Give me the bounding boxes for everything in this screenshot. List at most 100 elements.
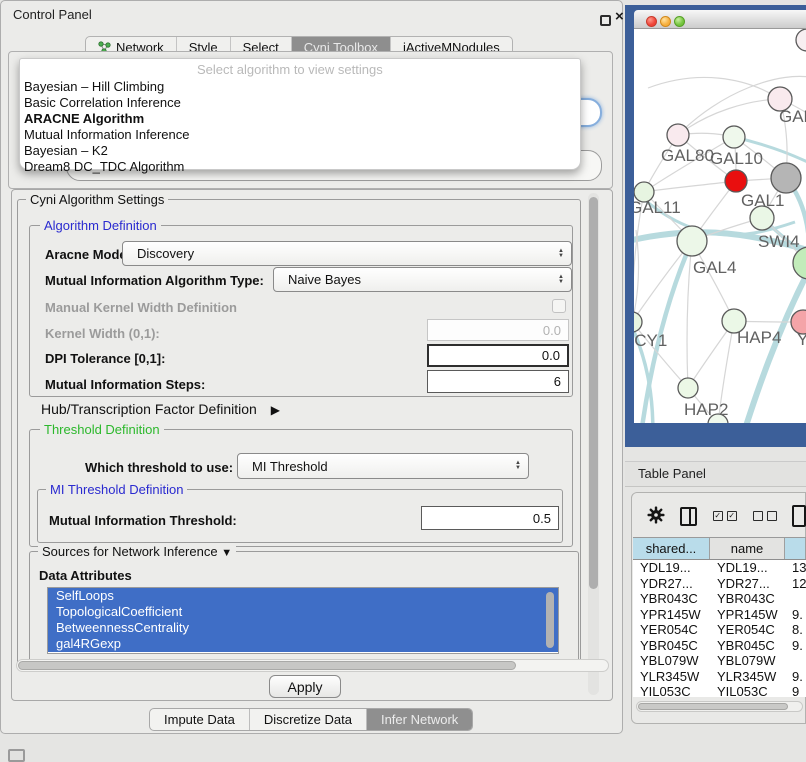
settings-vertical-scrollbar-thumb[interactable] — [589, 197, 598, 589]
collapsed-arrow-icon[interactable]: ▶ — [271, 403, 280, 417]
control-panel-window: Control Panel × Network Style Select — [0, 0, 623, 734]
mi-threshold-definition-legend: MI Threshold Definition — [46, 482, 187, 497]
table-cell: 8. — [785, 622, 806, 638]
tab-infer-network[interactable]: Infer Network — [367, 709, 472, 730]
network-node[interactable] — [793, 247, 806, 279]
table-cell: YBR045C — [710, 638, 785, 654]
table-row[interactable]: YBL079WYBL079W — [633, 653, 806, 669]
table-cell — [785, 591, 806, 607]
table-cell: YDR27... — [633, 576, 710, 592]
table-horizontal-scrollbar-thumb[interactable] — [638, 703, 788, 710]
table-cell: YBL079W — [710, 653, 785, 669]
deselect-all-checkboxes-icon[interactable] — [753, 511, 777, 521]
table-row[interactable]: YIL053CYIL053C9 — [633, 684, 806, 697]
tab-impute-data-label: Impute Data — [164, 712, 235, 727]
data-attribute-item[interactable]: BetweennessCentrality — [48, 620, 558, 636]
table-cell: 12 — [785, 576, 806, 592]
node-table: shared...name YDL19...YDL19...13YDR27...… — [633, 537, 806, 697]
mi-steps-label: Mutual Information Steps: — [45, 377, 205, 392]
kernel-width-field[interactable]: 0.0 — [427, 319, 569, 341]
node-label: GAL4 — [693, 258, 736, 277]
algorithm-option[interactable]: Mutual Information Inference — [22, 127, 578, 143]
network-node-gal1[interactable] — [725, 170, 747, 192]
node-label: GAL — [779, 107, 806, 126]
data-attribute-item[interactable]: gal4RGexp — [48, 636, 558, 652]
combo-spinner-icon: ▲▼ — [558, 249, 564, 259]
table-cell: YLR345W — [710, 669, 785, 685]
algorithm-option[interactable]: Dream8 DC_TDC Algorithm — [22, 159, 578, 175]
table-cell: YER054C — [633, 622, 710, 638]
table-cell: YER054C — [710, 622, 785, 638]
network-node[interactable] — [796, 29, 806, 51]
control-panel-title: Control Panel — [13, 7, 92, 22]
algorithm-option[interactable]: ARACNE Algorithm — [22, 111, 578, 127]
gear-icon[interactable] — [647, 506, 665, 527]
table-row[interactable]: YDR27...YDR27...12 — [633, 576, 806, 592]
table-row[interactable]: YDL19...YDL19...13 — [633, 560, 806, 576]
close-window-icon[interactable]: × — [615, 8, 624, 25]
minimize-traffic-light-icon[interactable] — [660, 16, 671, 27]
node-label: GAL11 — [634, 198, 681, 217]
algorithm-option[interactable]: Bayesian – K2 — [22, 143, 578, 159]
network-node[interactable] — [771, 163, 801, 193]
algorithm-option[interactable]: Bayesian – Hill Climbing — [22, 79, 578, 95]
minimized-panel-icon[interactable] — [8, 749, 25, 762]
network-canvas[interactable]: GALGAL80GAL10GAL1GAL11SWI4GAL4GCY1HAP4YH… — [634, 29, 806, 423]
node-label: HAP2 — [684, 400, 728, 419]
columns-icon[interactable] — [680, 507, 697, 526]
table-cell: YIL053C — [633, 684, 710, 697]
network-node-gcy1[interactable] — [634, 312, 642, 332]
network-node-gal10[interactable] — [723, 126, 745, 148]
close-traffic-light-icon[interactable] — [646, 16, 657, 27]
which-threshold-combobox[interactable]: MI Threshold ▲▼ — [237, 453, 529, 479]
mi-steps-field[interactable]: 6 — [427, 370, 569, 393]
data-attribute-item[interactable]: SelfLoops — [48, 588, 558, 604]
table-cell: 9 — [785, 684, 806, 697]
data-attribute-item[interactable]: TopologicalCoefficient — [48, 604, 558, 620]
aracne-mode-combobox[interactable]: Discovery ▲▼ — [122, 241, 572, 266]
expanded-arrow-icon[interactable]: ▼ — [221, 547, 232, 559]
float-window-icon[interactable] — [600, 15, 611, 26]
aracne-mode-value: Discovery — [123, 246, 194, 261]
select-all-checkboxes-icon[interactable]: ✓ ✓ — [713, 511, 737, 521]
hub-section-label: Hub/Transcription Factor Definition — [41, 401, 257, 417]
tab-impute-data[interactable]: Impute Data — [150, 709, 250, 730]
network-node-hap2[interactable] — [678, 378, 698, 398]
table-row[interactable]: YER054CYER054C8. — [633, 622, 806, 638]
tab-infer-network-label: Infer Network — [381, 712, 458, 727]
table-row[interactable]: YBR043CYBR043C — [633, 591, 806, 607]
sources-legend-label: Sources for Network Inference — [42, 544, 218, 559]
table-cell: YPR145W — [633, 607, 710, 623]
attributes-scrollbar-thumb[interactable] — [546, 592, 554, 648]
network-node-gal4[interactable] — [677, 226, 707, 256]
column-header[interactable]: name — [710, 538, 785, 559]
tab-discretize-data[interactable]: Discretize Data — [250, 709, 367, 730]
data-attributes-list[interactable]: SelfLoopsTopologicalCoefficientBetweenne… — [47, 587, 559, 654]
hub-transcription-factor-section[interactable]: Hub/Transcription Factor Definition ▶ — [41, 401, 280, 417]
network-node-gal80[interactable] — [667, 124, 689, 146]
combo-spinner-icon: ▲▼ — [558, 275, 564, 285]
mi-type-combobox[interactable]: Naive Bayes ▲▼ — [273, 267, 572, 292]
dpi-tolerance-field[interactable]: 0.0 — [427, 344, 569, 367]
checked-box-icon: ✓ — [713, 511, 723, 521]
algorithm-dropdown-popup: Select algorithm to view settings Bayesi… — [19, 58, 581, 170]
table-cell: 9. — [785, 607, 806, 623]
zoom-traffic-light-icon[interactable] — [674, 16, 685, 27]
algorithm-option[interactable]: Basic Correlation Inference — [22, 95, 578, 111]
table-cell: YDL19... — [633, 560, 710, 576]
column-header[interactable] — [785, 538, 806, 559]
apply-button[interactable]: Apply — [269, 675, 341, 698]
sources-legend[interactable]: Sources for Network Inference ▼ — [38, 544, 236, 559]
settings-horizontal-scrollbar-thumb[interactable] — [18, 661, 516, 670]
network-edge — [648, 77, 780, 99]
table-row[interactable]: YBR045CYBR045C9. — [633, 638, 806, 654]
mi-threshold-field[interactable]: 0.5 — [421, 506, 559, 530]
column-header[interactable]: shared... — [633, 538, 710, 559]
table-row[interactable]: YLR345WYLR345W9. — [633, 669, 806, 685]
data-attributes-label: Data Attributes — [39, 568, 132, 583]
manual-kernel-checkbox[interactable] — [552, 299, 566, 313]
which-threshold-value: MI Threshold — [238, 459, 328, 474]
node-label: HAP4 — [737, 328, 781, 347]
file-icon[interactable] — [792, 505, 806, 527]
table-row[interactable]: YPR145WYPR145W9. — [633, 607, 806, 623]
